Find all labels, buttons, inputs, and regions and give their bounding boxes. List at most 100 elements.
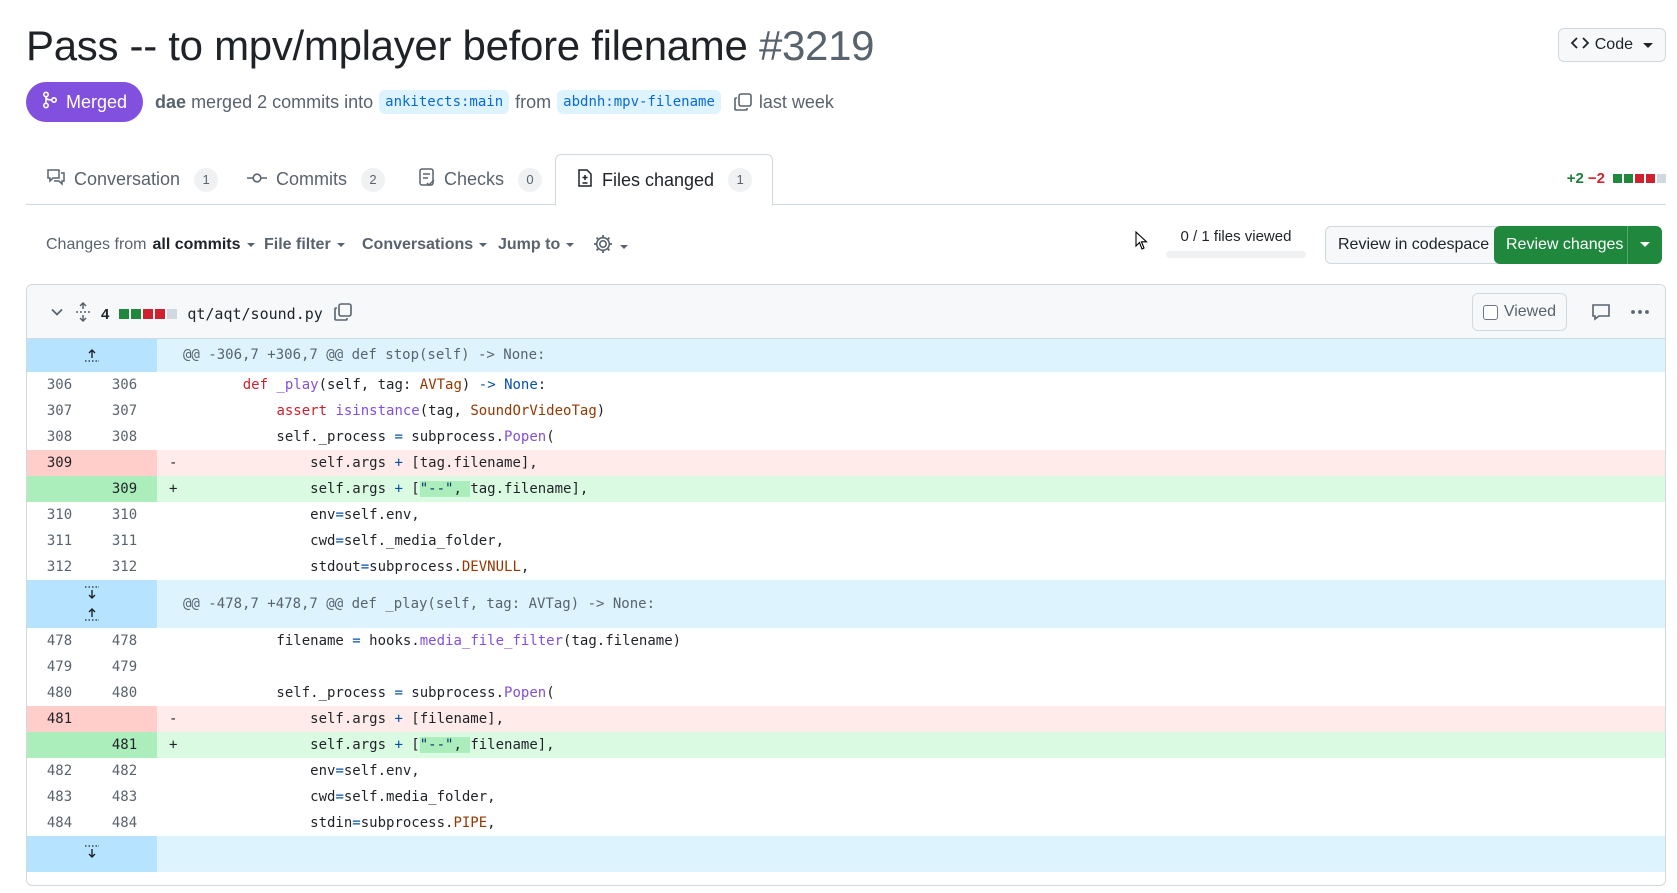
code-button[interactable]: Code	[1557, 28, 1666, 62]
diff-line: 483 483 cwd=self.media_folder,	[27, 784, 1665, 810]
code-line: filename = hooks.media_file_filter(tag.f…	[209, 633, 682, 649]
kebab-menu-icon[interactable]	[1629, 302, 1651, 327]
diffstat-block	[155, 309, 166, 319]
new-line-number[interactable]: 310	[92, 502, 157, 528]
new-line-number[interactable]: 312	[92, 554, 157, 580]
expand-down-icon[interactable]	[84, 844, 100, 860]
tab-conversation-count: 1	[194, 167, 219, 192]
viewed-checkbox[interactable]	[1482, 304, 1498, 320]
author-link[interactable]: dae	[155, 92, 186, 113]
code-line: def _play(self, tag: AVTag) -> None:	[242, 377, 547, 393]
old-line-number[interactable]: 483	[27, 784, 92, 810]
old-line-number[interactable]: 480	[27, 680, 92, 706]
diff-line-deletion: 309 - self.args + [tag.filename],	[27, 450, 1665, 476]
diff-line-deletion: 481 - self.args + [filename],	[27, 706, 1665, 732]
diffstat-deletions: −2	[1587, 170, 1605, 187]
review-changes-label: Review changes	[1506, 236, 1624, 253]
old-line-number[interactable]: 310	[27, 502, 92, 528]
conversations-label: Conversations	[362, 236, 474, 253]
diffstat-block	[131, 309, 142, 319]
merge-icon	[42, 90, 58, 114]
base-branch[interactable]: ankitects:main	[379, 90, 510, 114]
pr-header: Pass -- to mpv/mplayer before filename #…	[26, 18, 1666, 78]
diff-line: 478 478 filename = hooks.media_file_filte…	[27, 628, 1665, 654]
diff-line: 310 310 env=self.env,	[27, 502, 1665, 528]
old-line-number[interactable]	[27, 476, 92, 502]
new-line-number[interactable]: 483	[92, 784, 157, 810]
old-line-number[interactable]: 309	[27, 450, 92, 476]
new-line-number[interactable]: 479	[92, 654, 157, 680]
expand-up-icon[interactable]	[84, 347, 100, 363]
chevron-down-icon	[246, 243, 255, 247]
expand-all-icon[interactable]	[75, 301, 91, 326]
hunk-header: @@ -306,7 +306,7 @@ def stop(self) -> No…	[27, 339, 1665, 372]
expand-up-icon[interactable]	[84, 606, 100, 622]
code-line: cwd=self._media_folder,	[209, 533, 505, 549]
tab-checks-label: Checks	[444, 169, 505, 189]
diffstat-block	[167, 309, 178, 319]
diff-line: 482 482 env=self.env,	[27, 758, 1665, 784]
review-changes-button[interactable]: Review changes	[1494, 226, 1662, 264]
copy-icon[interactable]	[733, 92, 753, 112]
tab-checks[interactable]: Checks 0	[398, 154, 562, 205]
tab-files-changed-label: Files changed	[602, 169, 715, 190]
old-line-number[interactable]: 312	[27, 554, 92, 580]
old-line-number[interactable]: 484	[27, 810, 92, 836]
new-line-number[interactable]: 478	[92, 628, 157, 654]
old-line-number[interactable]: 481	[27, 706, 92, 732]
jump-to-dropdown[interactable]: Jump to	[498, 236, 575, 254]
code-line: stdin=subprocess.PIPE,	[209, 815, 496, 831]
status-label: Merged	[66, 91, 128, 112]
diffstat-block	[1646, 174, 1655, 183]
tab-files-changed-count: 1	[728, 168, 753, 192]
tab-commits-label: Commits	[276, 169, 347, 189]
old-line-number[interactable]: 306	[27, 372, 92, 398]
code-line: env=self.env,	[209, 507, 420, 523]
old-line-number[interactable]: 482	[27, 758, 92, 784]
conversations-dropdown[interactable]: Conversations	[362, 236, 488, 254]
viewed-checkbox-button[interactable]: Viewed	[1471, 293, 1567, 331]
file-diff-icon	[576, 168, 594, 193]
review-in-codespace-button[interactable]: Review in codespace	[1325, 226, 1503, 264]
from-text: from	[515, 91, 552, 112]
new-line-number[interactable]: 480	[92, 680, 157, 706]
diffstat: +2 −2	[1567, 170, 1666, 187]
comment-icon[interactable]	[1591, 302, 1611, 327]
new-line-number[interactable]: 307	[92, 398, 157, 424]
diff-line-addition: 481 + self.args + ["--", filename],	[27, 732, 1665, 758]
tab-commits[interactable]: Commits 2	[226, 154, 405, 205]
chevron-down-icon	[336, 243, 345, 247]
expand-down-icon[interactable]	[84, 585, 100, 601]
collapse-chevron-icon[interactable]	[49, 304, 65, 324]
old-line-number[interactable]: 479	[27, 654, 92, 680]
diff-settings-dropdown[interactable]	[592, 233, 628, 260]
diffstat-block	[1635, 174, 1644, 183]
file-change-count: 4	[101, 305, 110, 323]
changes-from-dropdown[interactable]: Changes from all commits	[46, 236, 255, 254]
new-line-number[interactable]: 481	[92, 732, 157, 758]
code-line: stdout=subprocess.DEVNULL,	[209, 559, 530, 575]
jump-to-label: Jump to	[498, 236, 561, 253]
head-branch[interactable]: abdnh:mpv-filename	[557, 90, 721, 114]
new-line-number[interactable]: 484	[92, 810, 157, 836]
file-filter-dropdown[interactable]: File filter	[264, 236, 345, 254]
chevron-down-icon	[479, 243, 488, 247]
old-line-number[interactable]: 311	[27, 528, 92, 554]
new-line-number[interactable]	[92, 706, 157, 732]
new-line-number[interactable]: 482	[92, 758, 157, 784]
old-line-number[interactable]: 307	[27, 398, 92, 424]
old-line-number[interactable]: 478	[27, 628, 92, 654]
code-line: cwd=self.media_folder,	[209, 789, 496, 805]
new-line-number[interactable]: 311	[92, 528, 157, 554]
new-line-number[interactable]: 309	[92, 476, 157, 502]
file-path[interactable]: qt/aqt/sound.py	[187, 305, 322, 323]
pr-tabs: Conversation 1 Commits 2 Checks 0 Files …	[26, 154, 1666, 206]
new-line-number[interactable]: 308	[92, 424, 157, 450]
new-line-number[interactable]	[92, 450, 157, 476]
tab-conversation[interactable]: Conversation 1	[26, 154, 238, 205]
old-line-number[interactable]	[27, 732, 92, 758]
new-line-number[interactable]: 306	[92, 372, 157, 398]
old-line-number[interactable]: 308	[27, 424, 92, 450]
tab-files-changed[interactable]: Files changed 1	[555, 154, 774, 206]
copy-icon[interactable]	[333, 302, 353, 326]
